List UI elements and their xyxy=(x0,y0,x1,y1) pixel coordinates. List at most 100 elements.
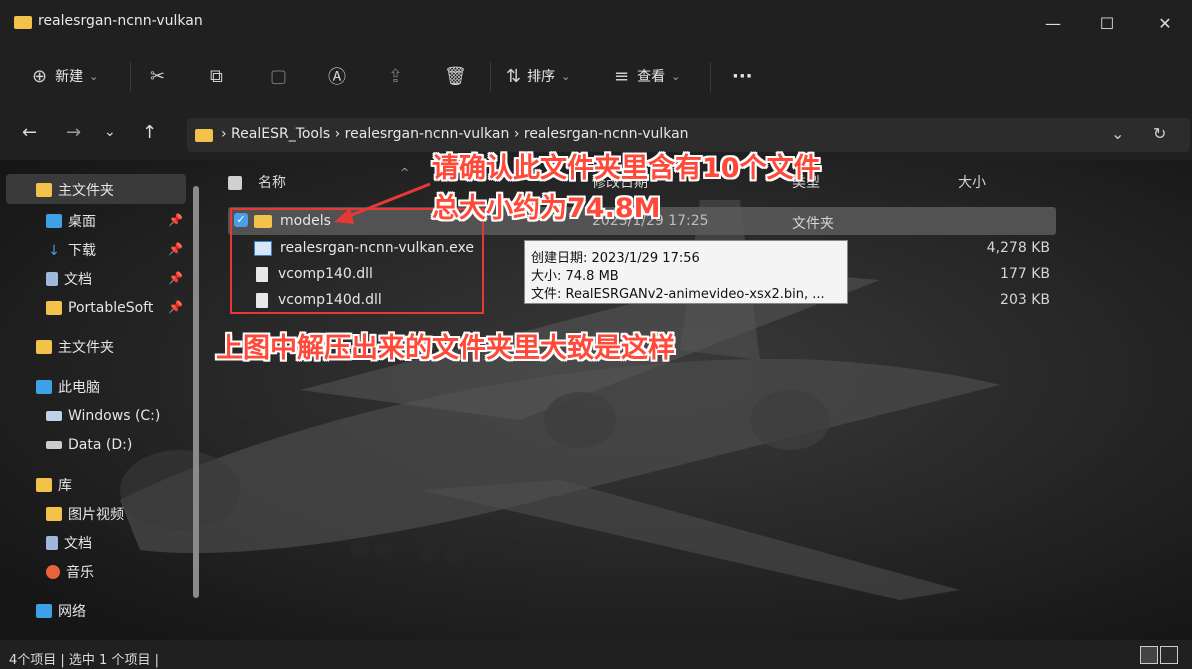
scissors-icon: ✂ xyxy=(150,65,166,87)
sidebar-item-home[interactable]: 主文件夹 xyxy=(36,176,114,204)
paste-button[interactable]: ▢ xyxy=(270,62,287,90)
sidebar-scrollbar[interactable] xyxy=(193,186,199,598)
sort-indicator-icon: ^ xyxy=(400,166,410,179)
status-bar: 4个项目 | 选中 1 个项目 | xyxy=(0,640,1192,669)
rename-button[interactable]: Ⓐ xyxy=(328,62,346,90)
more-button[interactable]: ··· xyxy=(732,62,753,90)
sidebar-item-desktop[interactable]: 桌面 xyxy=(46,207,96,235)
library-folder-icon xyxy=(36,478,52,492)
sidebar-item-network[interactable]: 网络 xyxy=(36,597,86,625)
file-type: 文件夹 xyxy=(792,216,834,232)
view-lines-icon: ≡ xyxy=(614,65,630,87)
view-label: 查看 xyxy=(637,69,666,85)
window-title: realesrgan-ncnn-vulkan xyxy=(38,13,203,29)
sort-label: 排序 xyxy=(527,69,556,85)
trash-icon: 🗑 xyxy=(444,65,467,87)
plus-circle-icon: ⊕ xyxy=(32,65,48,87)
sidebar-item-label: 主文件夹 xyxy=(58,183,114,199)
back-arrow-icon[interactable]: ← xyxy=(22,122,37,143)
command-bar: ⊕ 新建 ⌄ ✂ ⧉ ▢ Ⓐ ⇪ 🗑 ⇅ 排序 ⌄ ≡ 查看 ⌄ ··· xyxy=(0,50,1192,102)
sort-button[interactable]: ⇅ 排序 ⌄ xyxy=(506,62,570,90)
document-icon xyxy=(46,272,58,286)
sidebar-item-label: Data (D:) xyxy=(68,437,133,453)
view-button[interactable]: ≡ 查看 ⌄ xyxy=(614,62,680,90)
sidebar-item-music[interactable]: 音乐 xyxy=(46,558,94,586)
computer-icon xyxy=(36,380,52,394)
rename-icon: Ⓐ xyxy=(328,67,346,88)
sidebar-item-label: 音乐 xyxy=(66,565,94,581)
share-button[interactable]: ⇪ xyxy=(388,62,403,90)
music-icon xyxy=(46,565,60,579)
divider xyxy=(490,62,491,92)
sidebar-item-portablesoft[interactable]: PortableSoft xyxy=(46,294,153,322)
delete-button[interactable]: 🗑 xyxy=(444,62,467,90)
column-header-name[interactable]: 名称 xyxy=(258,172,286,192)
status-text: 4个项目 | 选中 1 个项目 | xyxy=(9,653,159,668)
pin-icon[interactable]: 📌 xyxy=(168,271,183,285)
chevron-down-icon: ⌄ xyxy=(89,69,99,83)
sort-icon: ⇅ xyxy=(506,65,522,87)
folder-info-tooltip: 创建日期: 2023/1/29 17:56 大小: 74.8 MB 文件: Re… xyxy=(524,240,848,304)
sidebar-item-libraries[interactable]: 库 xyxy=(36,471,72,499)
sidebar-item-label: 图片视频 xyxy=(68,507,124,523)
sidebar-item-label: Windows (C:) xyxy=(68,408,161,424)
pin-icon[interactable]: 📌 xyxy=(168,300,183,314)
title-bar: realesrgan-ncnn-vulkan — ☐ ✕ xyxy=(0,0,1192,46)
maximize-button[interactable]: ☐ xyxy=(1084,0,1130,46)
pictures-folder-icon xyxy=(46,507,62,521)
copy-button[interactable]: ⧉ xyxy=(210,62,223,90)
home-icon xyxy=(36,183,52,197)
annotation-text-folder-contents: 上图中解压出来的文件夹里大致是这样 xyxy=(216,333,675,364)
divider xyxy=(130,62,131,92)
cut-button[interactable]: ✂ xyxy=(150,62,165,90)
divider xyxy=(710,62,711,92)
folder-icon xyxy=(14,16,32,29)
annotation-text-file-count: 请确认此文件夹里含有10个文件 xyxy=(432,153,821,184)
file-explorer-window: realesrgan-ncnn-vulkan — ☐ ✕ ⊕ 新建 ⌄ ✂ ⧉ … xyxy=(0,0,1192,669)
close-button[interactable]: ✕ xyxy=(1142,0,1188,46)
clipboard-icon: ▢ xyxy=(270,65,288,87)
sidebar-item-library-documents[interactable]: 文档 xyxy=(46,529,92,557)
recent-locations-icon[interactable]: ⌄ xyxy=(104,124,116,140)
sidebar-item-label: 网络 xyxy=(58,604,86,620)
sidebar-item-this-pc[interactable]: 此电脑 xyxy=(36,373,100,401)
tiles-view-icon[interactable] xyxy=(1160,646,1178,664)
sidebar-item-label: 桌面 xyxy=(68,214,96,230)
select-all-checkbox[interactable] xyxy=(228,176,242,190)
drive-icon xyxy=(46,441,62,449)
chevron-down-icon: ⌄ xyxy=(671,69,681,83)
sidebar-item-pictures-videos[interactable]: 图片视频 xyxy=(46,500,124,528)
sidebar-item-drive-d[interactable]: Data (D:) xyxy=(46,431,132,459)
sidebar-item-documents[interactable]: 文档 xyxy=(46,265,92,293)
pin-icon[interactable]: 📌 xyxy=(168,242,183,256)
network-icon xyxy=(36,604,52,618)
minimize-button[interactable]: — xyxy=(1030,0,1076,46)
sidebar-item-downloads[interactable]: ↓ 下载 xyxy=(46,236,96,264)
sidebar-item-home-2[interactable]: 主文件夹 xyxy=(36,333,114,361)
sidebar-item-drive-c[interactable]: Windows (C:) xyxy=(46,402,160,430)
annotation-arrow xyxy=(334,182,431,224)
share-icon: ⇪ xyxy=(388,65,404,87)
sidebar-item-label: 此电脑 xyxy=(58,380,100,396)
new-button[interactable]: ⊕ 新建 ⌄ xyxy=(32,62,98,90)
breadcrumb[interactable]: › RealESR_Tools › realesrgan-ncnn-vulkan… xyxy=(221,126,689,142)
tooltip-files: 文件: RealESRGANv2-animevideo-xsx2.bin, ..… xyxy=(531,287,825,302)
details-view-icon[interactable] xyxy=(1140,646,1158,664)
pin-icon[interactable]: 📌 xyxy=(168,213,183,227)
download-icon: ↓ xyxy=(48,243,60,259)
up-arrow-icon[interactable]: ↑ xyxy=(142,122,157,143)
column-header-size[interactable]: 大小 xyxy=(958,172,986,192)
copy-icon: ⧉ xyxy=(210,65,223,87)
refresh-icon[interactable]: ↻ xyxy=(1153,124,1166,143)
sidebar-item-label: 下载 xyxy=(68,243,96,259)
file-size: 203 KB xyxy=(1000,292,1050,308)
address-dropdown-icon[interactable]: ⌄ xyxy=(1111,124,1124,143)
annotation-text-total-size: 总大小约为74.8M xyxy=(432,193,661,224)
sidebar-item-label: 文档 xyxy=(64,536,92,552)
tooltip-size: 大小: 74.8 MB xyxy=(531,269,619,284)
tooltip-created-date: 创建日期: 2023/1/29 17:56 xyxy=(531,251,700,266)
file-size: 4,278 KB xyxy=(986,240,1050,256)
forward-arrow-icon[interactable]: → xyxy=(66,122,81,143)
sidebar-item-label: 主文件夹 xyxy=(58,340,114,356)
folder-icon xyxy=(195,129,213,142)
